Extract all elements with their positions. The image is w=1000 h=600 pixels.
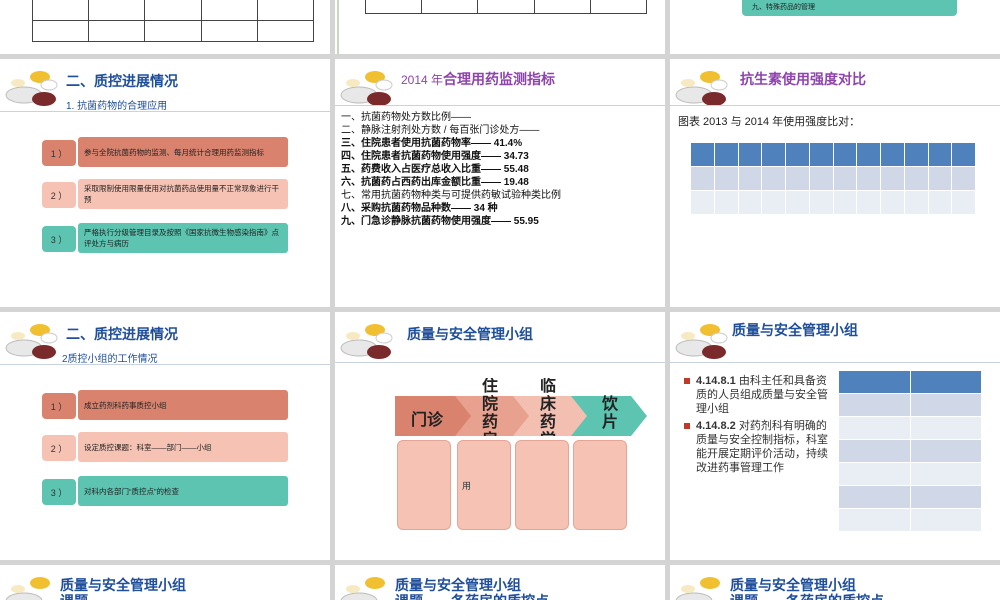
list-item: 四、住院患者抗菌药物使用强度—— 34.73 <box>341 151 529 162</box>
slide-subtitle: 课题——各药房的质控点 <box>395 591 549 600</box>
slide-title: 质量与安全管理小组 <box>732 322 858 338</box>
indicator-list: 一、抗菌药物处方数比例—— 二、静脉注射剂处方数 / 每百张门诊处方—— 三、住… <box>341 111 561 228</box>
pills-icon <box>340 324 393 359</box>
content-box <box>515 440 569 530</box>
slide-row1-middle <box>335 0 665 54</box>
slide-monitoring-indicators: 2014 年合理用药监测指标 一、抗菌药物处方数比例—— 二、静脉注射剂处方数 … <box>335 59 665 307</box>
empty-table <box>364 0 648 14</box>
pills-icon <box>675 577 720 600</box>
item-number: 1 ） <box>42 393 76 419</box>
green-text-box: 九、特殊药品的管理 <box>742 0 957 16</box>
list-item: 五、药费收入占医疗总收入比重—— 55.48 <box>341 164 529 175</box>
header-divider <box>670 105 1000 106</box>
list-item: 七、常用抗菌药物种类与可提供药敏试验种类比例 <box>341 190 561 201</box>
slide-quality-group-standards: 质量与安全管理小组 4.14.8.1 由科主任和具备资质的人员组成质量与安全管理… <box>670 312 1000 560</box>
content-box <box>397 440 451 530</box>
item-text: 对科内各部门“质控点”的检查 <box>78 476 288 506</box>
standard-code: 4.14.8.1 <box>696 375 736 387</box>
header-divider <box>335 362 665 363</box>
chevron-label-herbal: 饮 片 <box>601 396 618 431</box>
list-item: 三、住院患者使用抗菌药物率—— 41.4% <box>341 138 523 149</box>
pills-icon <box>5 577 50 600</box>
slide-row4-left: 质量与安全管理小组 课题 <box>0 565 330 600</box>
content-box-text: 用 <box>462 481 472 491</box>
slide-quality-progress-1: 二、质控进展情况 1. 抗菌药物的合理应用 1 ） 参与全院抗菌药物的监测、每月… <box>0 59 330 307</box>
standards-list: 4.14.8.1 由科主任和具备资质的人员组成质量与安全管理小组 4.14.8.… <box>684 374 828 478</box>
slide-title: 二、质控进展情况 <box>66 73 178 89</box>
slide-row1-right: 九、特殊药品的管理 <box>670 0 1000 54</box>
slide-quality-group-diagram: 质量与安全管理小组 门诊 住 院 药 房 临 床 药 学 饮 片 用 <box>335 312 665 560</box>
list-item: 4.14.8.1 由科主任和具备资质的人员组成质量与安全管理小组 <box>684 374 828 416</box>
list-item: 4.14.8.2 对药剂科有明确的质量与安全控制指标，科室能开展定期评价活动，持… <box>684 419 828 475</box>
list-item: 一、抗菌药物处方数比例—— <box>341 112 471 123</box>
header-divider <box>335 105 665 106</box>
item-text: 严格执行分级管理目录及按照《国家抗微生物感染指南》点评处方与病历 <box>78 223 288 253</box>
item-text: 设定质控课题：科室——部门——小组 <box>78 432 288 462</box>
slide-title: 质量与安全管理小组 <box>407 326 533 342</box>
slide-antibiotic-intensity: 抗生素使用强度对比 图表 2013 与 2014 年使用强度比对： <box>670 59 1000 307</box>
item-text: 采取限制使用限量使用对抗菌药品使用量不正常现象进行干预 <box>78 179 288 209</box>
content-box: 用 <box>457 440 511 530</box>
pills-icon <box>5 324 58 359</box>
item-number: 1 ） <box>42 140 76 166</box>
item-number: 3 ） <box>42 226 76 252</box>
chevron-label-clinical: 临 床 药 学 <box>539 378 556 436</box>
content-box <box>573 440 627 530</box>
list-item: 六、抗菌药占西药出库金额比重—— 19.48 <box>341 177 529 188</box>
slide-subtitle: 课题——各药房的质控点 <box>730 591 884 600</box>
title-rest: 合理用药监测指标 <box>443 71 556 87</box>
pills-icon <box>340 71 393 106</box>
list-item: 八、采购抗菌药物品种数—— 34 种 <box>341 203 498 214</box>
slide-title: 二、质控进展情况 <box>66 326 178 342</box>
item-text: 成立药剂科药事质控小组 <box>78 390 288 420</box>
item-number: 2 ） <box>42 182 76 208</box>
pills-icon <box>675 71 728 106</box>
standards-table <box>838 370 982 532</box>
standard-code: 4.14.8.2 <box>696 420 736 432</box>
chevron-label-inpatient: 住 院 药 房 <box>481 378 498 436</box>
slide-title: 2014 年合理用药监测指标 <box>401 69 555 89</box>
slide-subtitle: 2质控小组的工作情况 <box>62 354 158 365</box>
chevron-label-outpatient: 门诊 <box>410 412 443 429</box>
empty-table <box>31 0 315 42</box>
item-number: 3 ） <box>42 479 76 505</box>
vertical-divider <box>337 0 339 54</box>
comparison-table <box>690 142 976 215</box>
title-year: 2014 年 <box>401 73 444 87</box>
item-number: 2 ） <box>42 435 76 461</box>
pills-icon <box>340 577 385 600</box>
list-item: 二、静脉注射剂处方数 / 每百张门诊处方—— <box>341 125 540 136</box>
chart-caption: 图表 2013 与 2014 年使用强度比对： <box>678 116 861 128</box>
slide-row1-left <box>0 0 330 54</box>
header-divider <box>670 362 1000 363</box>
slide-subtitle: 1. 抗菌药物的合理应用 <box>66 101 168 112</box>
item-text: 参与全院抗菌药物的监测、每月统计合理用药监测指标 <box>78 137 288 167</box>
list-item: 九、门急诊静脉抗菌药物使用强度—— 55.95 <box>341 216 539 227</box>
pills-icon <box>5 71 58 106</box>
slide-quality-progress-2: 二、质控进展情况 2质控小组的工作情况 1 ） 成立药剂科药事质控小组 2 ） … <box>0 312 330 560</box>
header-divider <box>0 111 330 112</box>
slide-row4-right: 质量与安全管理小组 课题——各药房的质控点 <box>670 565 1000 600</box>
header-divider <box>0 364 330 365</box>
slide-subtitle: 课题 <box>60 591 88 600</box>
slide-title: 抗生素使用强度对比 <box>740 71 866 87</box>
slide-row4-middle: 质量与安全管理小组 课题——各药房的质控点 <box>335 565 665 600</box>
pills-icon <box>675 324 728 359</box>
